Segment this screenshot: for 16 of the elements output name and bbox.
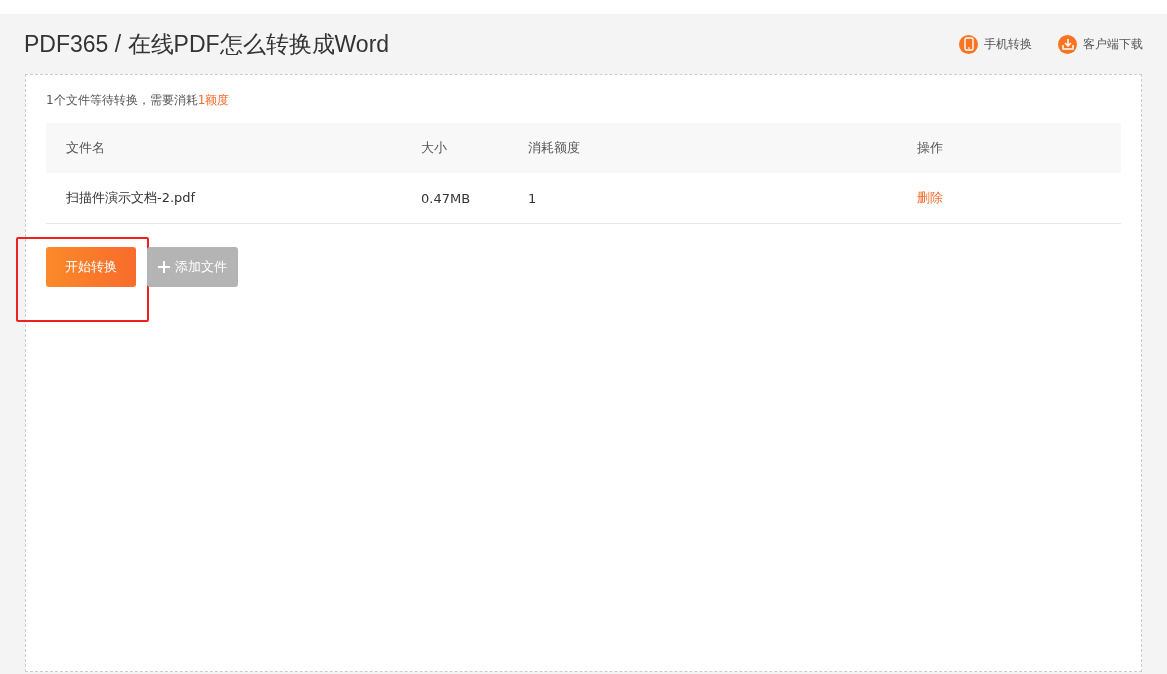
delete-link[interactable]: 删除 [917,189,943,207]
column-header: 消耗额度 [528,139,581,157]
page-title: PDF365 / 在线PDF怎么转换成Word [24,29,390,59]
plus-icon [158,261,170,273]
header-link[interactable]: 客户端下载 [1058,34,1143,54]
column-header: 大小 [421,139,448,157]
summary-text: 1个文件等待转换，需要消耗1额度 [46,92,231,109]
start-button[interactable]: 开始转换 [46,247,136,287]
column-header: 操作 [917,139,944,157]
header-link[interactable]: 手机转换 [959,34,1032,54]
phone-icon [959,34,978,54]
file-name: 扫描件演示文档-2.pdf [66,189,197,207]
quota-value: 1 [528,190,538,206]
download-icon [1058,34,1077,54]
file-size: 0.47MB [421,190,472,206]
column-header: 文件名 [66,139,106,157]
